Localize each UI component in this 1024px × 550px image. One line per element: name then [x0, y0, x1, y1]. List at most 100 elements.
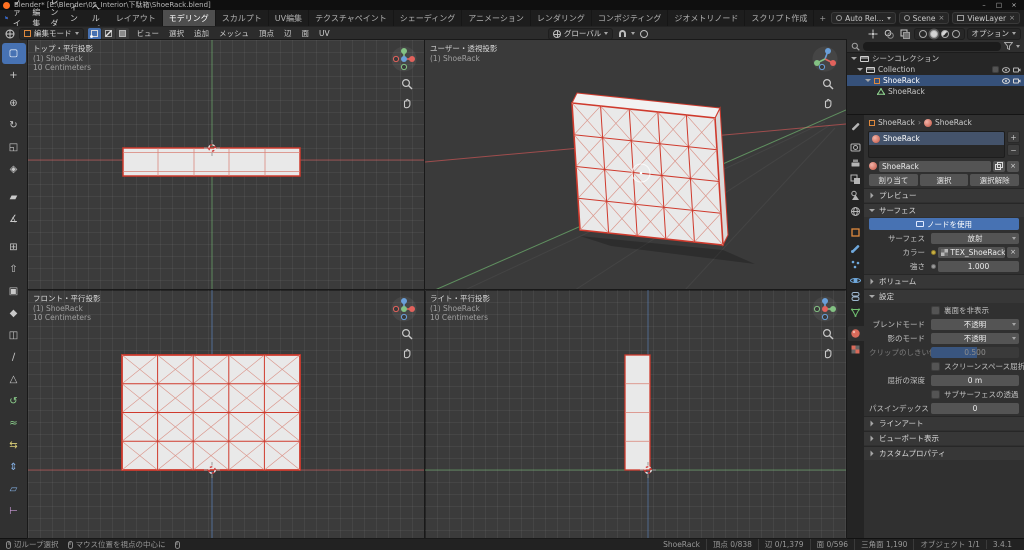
- panel-line-art[interactable]: ラインアート: [864, 416, 1024, 430]
- maximize-button[interactable]: □: [992, 0, 1006, 10]
- tool-rip-region[interactable]: ⊢: [2, 501, 26, 522]
- editor-type-button[interactable]: [3, 28, 17, 40]
- camera-icon[interactable]: [1013, 78, 1021, 84]
- show-gizmo-button[interactable]: [866, 28, 880, 40]
- pan-hand-icon[interactable]: [822, 97, 834, 109]
- use-nodes-button[interactable]: ノードを使用: [869, 218, 1019, 230]
- panel-viewport-display[interactable]: ビューポート表示: [864, 431, 1024, 445]
- material-slot-list[interactable]: ShoeRack: [868, 131, 1005, 158]
- viewport-top-ortho[interactable]: トップ・平行投影 (1) ShoeRack 10 Centimeters: [27, 39, 426, 291]
- tool-poly-build[interactable]: △: [2, 369, 26, 390]
- menu-edge[interactable]: 辺: [280, 28, 296, 39]
- workspace-tab-modeling[interactable]: モデリング: [162, 10, 216, 26]
- search-icon[interactable]: [851, 42, 860, 51]
- new-material-button[interactable]: [993, 160, 1005, 172]
- assign-button[interactable]: 割り当て: [869, 174, 918, 186]
- zoom-icon[interactable]: [822, 328, 834, 340]
- viewport-user-perspective[interactable]: ユーザー・透視投影 (1) ShoeRack: [424, 39, 847, 291]
- outliner-row-shoerack-object[interactable]: ShoeRack: [847, 75, 1024, 86]
- eye-icon[interactable]: [1002, 66, 1010, 73]
- zoom-icon[interactable]: [401, 78, 413, 90]
- menu-uv[interactable]: UV: [315, 29, 334, 38]
- face-select-button[interactable]: [115, 27, 129, 40]
- minimize-button[interactable]: –: [977, 0, 991, 10]
- tool-shrink-fatten[interactable]: ⇕: [2, 457, 26, 478]
- tab-tool[interactable]: [848, 119, 864, 134]
- tab-texture[interactable]: [848, 342, 864, 357]
- tab-physics[interactable]: [848, 273, 864, 288]
- unlink-texture-button[interactable]: ×: [1007, 246, 1019, 258]
- menu-mesh[interactable]: メッシュ: [215, 28, 253, 39]
- tool-transform[interactable]: ◈: [2, 159, 26, 180]
- add-workspace-button[interactable]: +: [814, 10, 831, 26]
- deselect-button[interactable]: 選択解除: [970, 174, 1020, 186]
- unlink-material-button[interactable]: ×: [1007, 160, 1019, 172]
- tool-loop-cut[interactable]: ◫: [2, 325, 26, 346]
- material-preview-button[interactable]: [940, 29, 949, 38]
- tab-material[interactable]: [847, 326, 864, 341]
- wireframe-shading-button[interactable]: [918, 29, 927, 38]
- tab-modifiers[interactable]: [848, 241, 864, 256]
- disclosure-triangle-icon[interactable]: [857, 68, 863, 71]
- tool-cursor[interactable]: +: [2, 65, 26, 86]
- unlink-scene-icon[interactable]: ×: [939, 14, 945, 22]
- tool-bevel[interactable]: ◆: [2, 303, 26, 324]
- vertex-select-button[interactable]: [87, 27, 101, 40]
- tool-spin[interactable]: ↺: [2, 391, 26, 412]
- workspace-tab-sculpt[interactable]: スカルプト: [216, 10, 269, 26]
- rendered-shading-button[interactable]: [951, 29, 960, 38]
- zoom-icon[interactable]: [822, 78, 834, 90]
- tool-shear[interactable]: ▱: [2, 479, 26, 500]
- menu-face[interactable]: 面: [298, 28, 314, 39]
- material-slot-row[interactable]: ShoeRack: [869, 132, 1004, 145]
- tool-move[interactable]: ⊕: [2, 93, 26, 114]
- panel-surface[interactable]: サーフェス: [864, 203, 1024, 217]
- toggle-xray-button[interactable]: [898, 28, 912, 40]
- workspace-tab-compositing[interactable]: コンポジティング: [592, 10, 669, 26]
- remove-view-layer-icon[interactable]: ×: [1009, 14, 1015, 22]
- mode-dropdown[interactable]: 編集モード: [19, 27, 84, 40]
- backface-culling-checkbox[interactable]: [931, 305, 940, 315]
- disclosure-triangle-icon[interactable]: [851, 57, 857, 60]
- tool-scale[interactable]: ◱: [2, 137, 26, 158]
- material-name-field[interactable]: ShoeRack: [879, 160, 991, 172]
- tab-object[interactable]: [848, 225, 864, 240]
- transform-orientation-dropdown[interactable]: グローバル: [547, 27, 614, 40]
- color-texture-button[interactable]: TEX_ShoeRack.png: [938, 246, 1005, 258]
- workspace-tab-animation[interactable]: アニメーション: [462, 10, 531, 26]
- shadow-mode-dropdown[interactable]: 不透明: [931, 332, 1019, 344]
- auto-rel-dropdown[interactable]: Auto Rel...: [831, 12, 896, 24]
- tool-smooth[interactable]: ≈: [2, 413, 26, 434]
- panel-preview[interactable]: プレビュー: [864, 188, 1024, 202]
- solid-shading-button[interactable]: [929, 29, 938, 38]
- panel-volume[interactable]: ボリューム: [864, 274, 1024, 288]
- tab-constraints[interactable]: [848, 289, 864, 304]
- pan-hand-icon[interactable]: [401, 347, 413, 359]
- panel-settings[interactable]: 設定: [864, 289, 1024, 303]
- eye-icon[interactable]: [1002, 77, 1010, 84]
- surface-type-dropdown[interactable]: 放射: [931, 232, 1019, 244]
- tab-output[interactable]: [848, 156, 864, 171]
- menu-add[interactable]: 追加: [190, 28, 213, 39]
- viewport-right-ortho[interactable]: ライト・平行投影 (1) ShoeRack 10 Centimeters: [424, 289, 847, 539]
- outliner-row-shoerack-mesh[interactable]: ShoeRack: [847, 86, 1024, 97]
- workspace-tab-geometry-nodes[interactable]: ジオメトリノード: [668, 10, 746, 26]
- tab-particles[interactable]: [848, 257, 864, 272]
- menu-vertex[interactable]: 頂点: [255, 28, 278, 39]
- nav-gizmo[interactable]: [391, 296, 417, 324]
- collection-checkbox[interactable]: [992, 66, 999, 73]
- strength-slider[interactable]: 1.000: [938, 260, 1019, 272]
- disclosure-triangle-icon[interactable]: [865, 79, 871, 82]
- panel-custom-properties[interactable]: カスタムプロパティ: [864, 446, 1024, 460]
- tool-select-box[interactable]: ▢: [1, 43, 26, 64]
- tab-view-layer[interactable]: [848, 172, 864, 187]
- tab-scene[interactable]: [848, 188, 864, 203]
- remove-slot-button[interactable]: −: [1007, 144, 1020, 156]
- tool-knife[interactable]: ∕: [2, 347, 26, 368]
- outliner-row-collection[interactable]: Collection: [847, 64, 1024, 75]
- zoom-icon[interactable]: [401, 328, 413, 340]
- screen-space-refraction-checkbox[interactable]: [931, 361, 940, 371]
- tool-add-cube[interactable]: ⊞: [2, 237, 26, 258]
- pass-index-field[interactable]: 0: [931, 402, 1019, 414]
- scene-selector[interactable]: Scene ×: [898, 12, 950, 24]
